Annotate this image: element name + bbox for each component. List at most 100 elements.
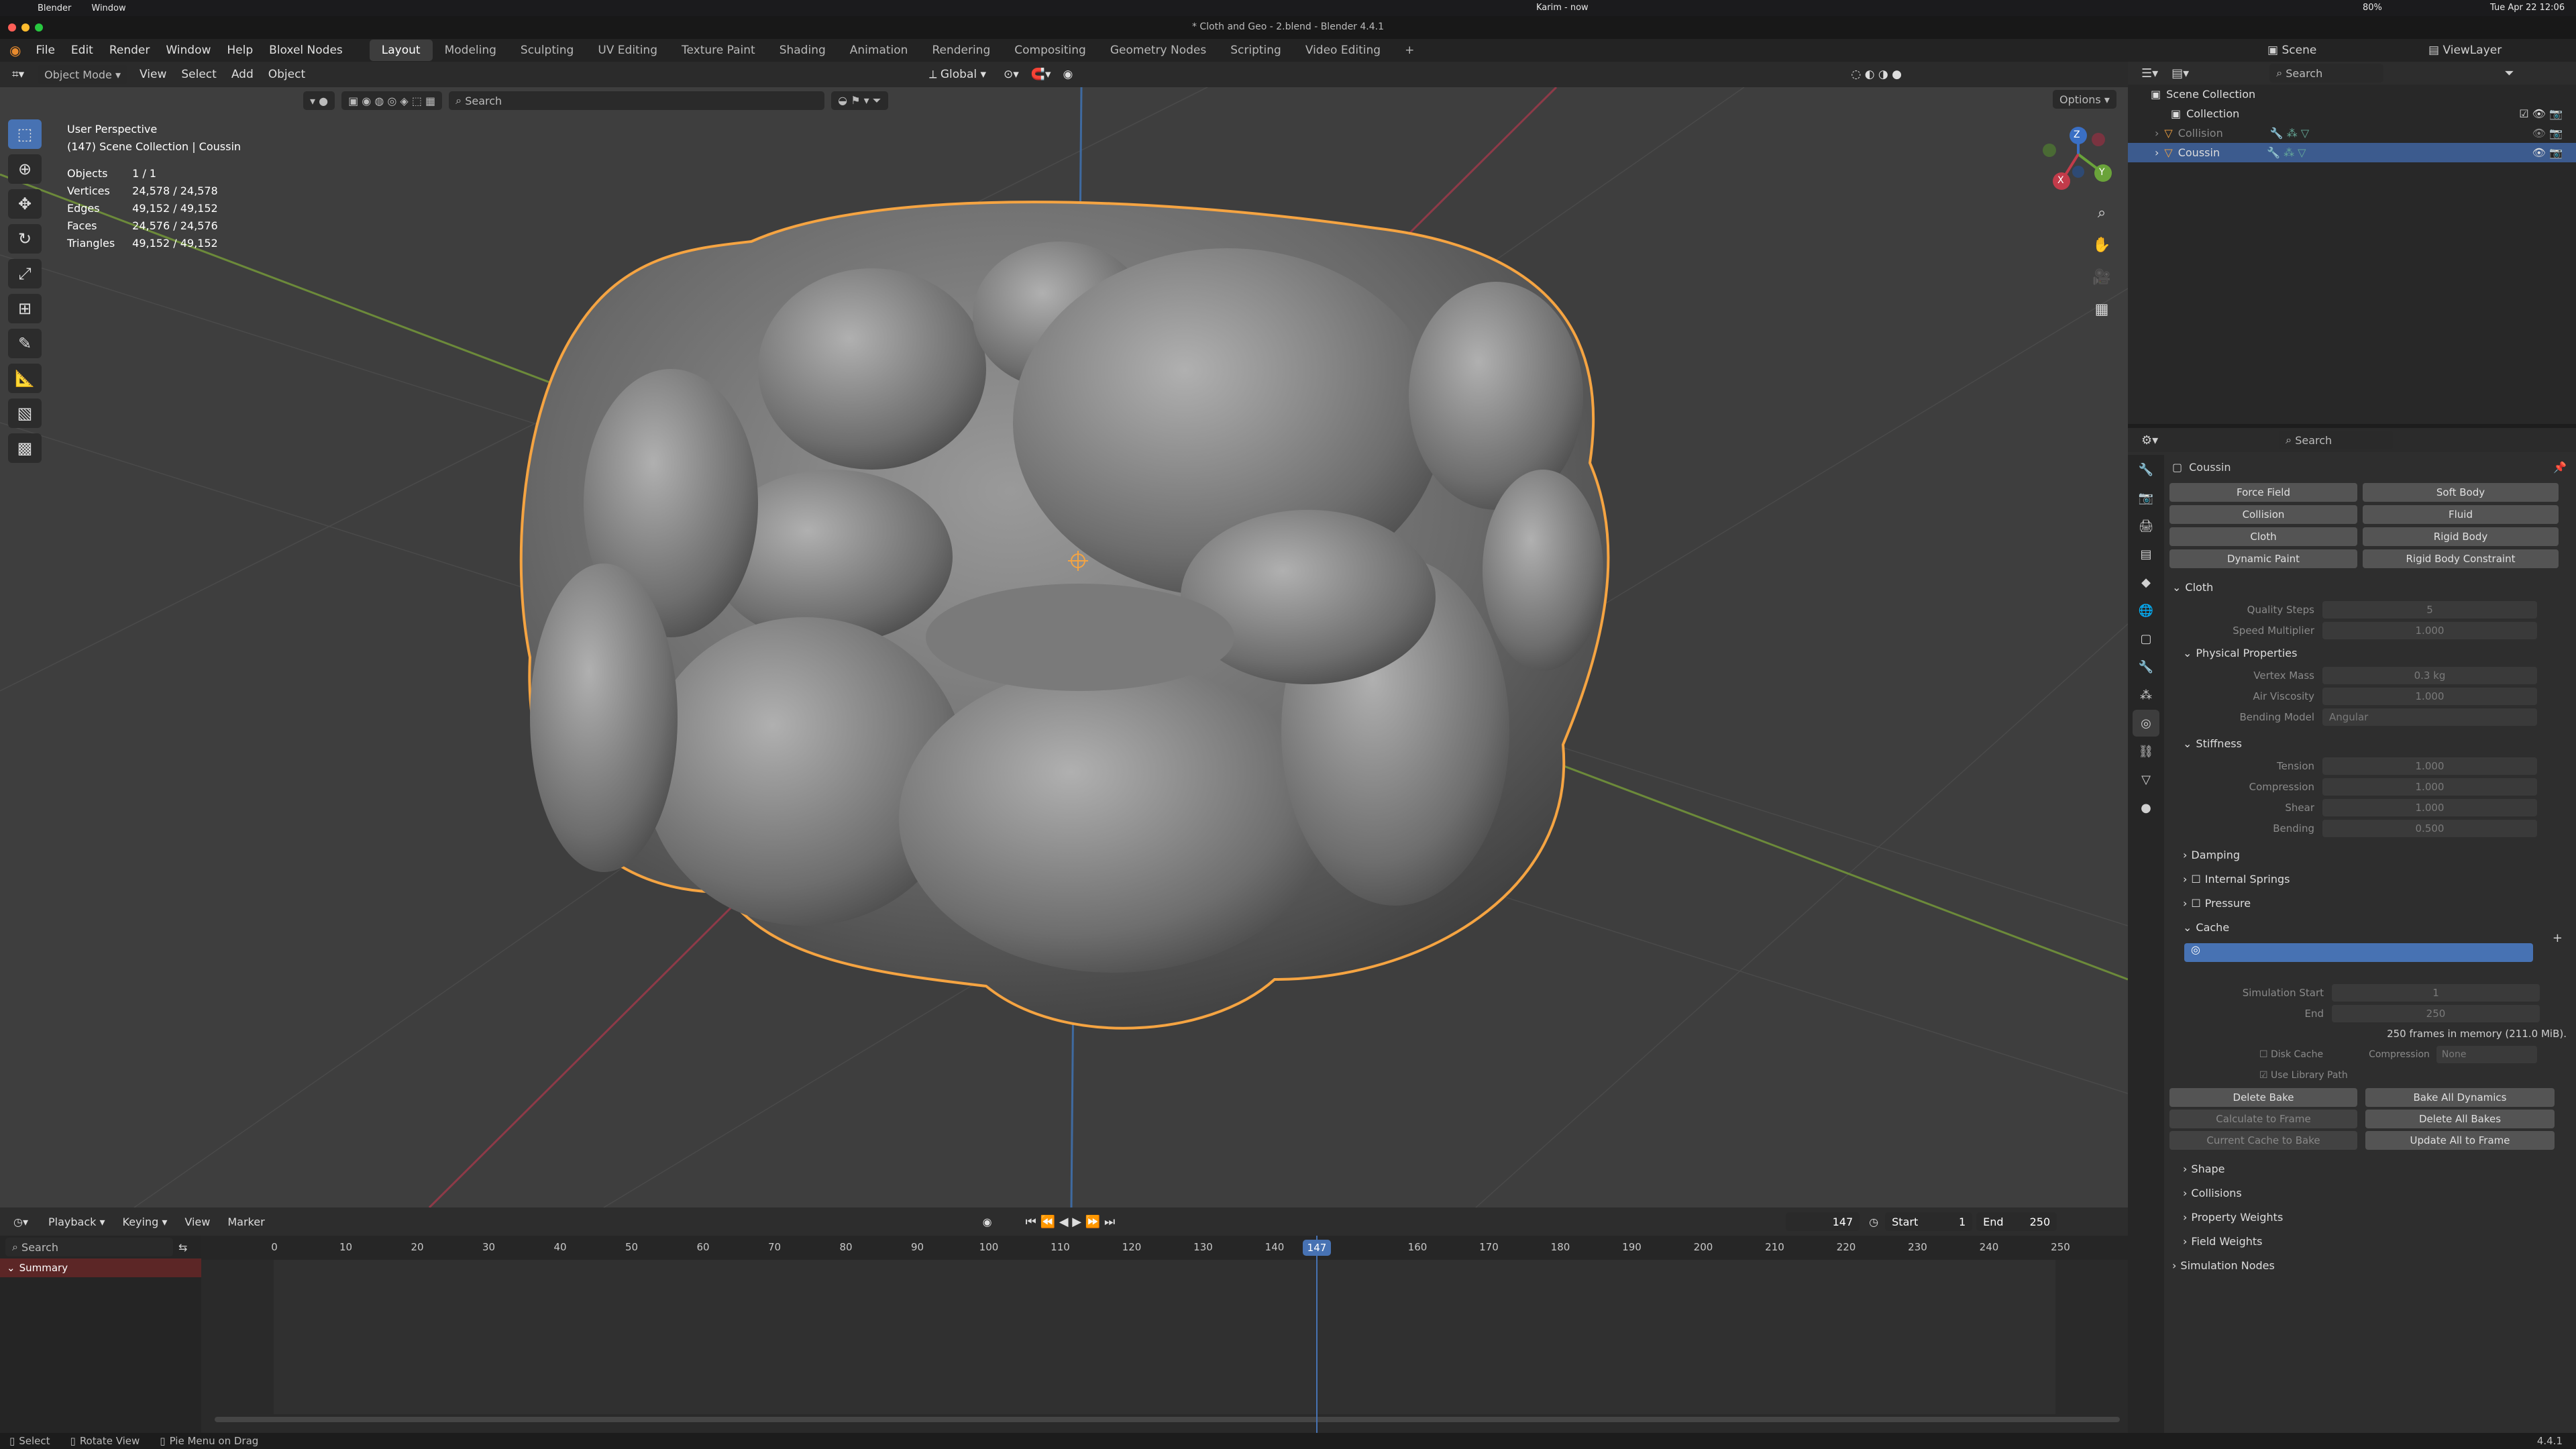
menu-file[interactable]: File (36, 44, 54, 57)
transform-tool-icon[interactable]: ⊞ (8, 294, 42, 323)
rigid-body-button[interactable]: Rigid Body (2363, 527, 2559, 546)
shape-header[interactable]: › Shape (2165, 1157, 2576, 1181)
constraints-tab-icon[interactable]: ⛓ (2133, 738, 2159, 765)
tab-video-editing[interactable]: Video Editing (1293, 40, 1393, 61)
pan-hand-icon[interactable]: ✋ (2086, 230, 2117, 260)
outliner-item-scene-collection[interactable]: ▣ Scene Collection (2128, 85, 2576, 104)
cache-list-item[interactable]: ◎ (2184, 943, 2533, 962)
object-tab-icon[interactable]: ▢ (2133, 625, 2159, 652)
disk-cache-checkbox[interactable]: ☐ Disk Cache (2259, 1049, 2323, 1060)
bake-all-dynamics-button[interactable]: Bake All Dynamics (2365, 1088, 2555, 1107)
field-value[interactable]: 5 (2322, 600, 2537, 619)
menu-window[interactable]: Window (166, 44, 211, 57)
outliner-item-collection[interactable]: ▣ Collection ☑ 👁 📷 (2128, 104, 2576, 123)
bending-field[interactable]: Bending 0.500 (2165, 818, 2576, 839)
vertex-mass-field[interactable]: Vertex Mass 0.3 kg (2165, 665, 2576, 686)
cache-header[interactable]: ⌄ Cache (2165, 915, 2576, 939)
checkbox-icon[interactable]: ☐ (2191, 897, 2200, 910)
field-value[interactable]: 1.000 (2322, 687, 2537, 705)
playhead-frame-badge[interactable]: 147 (1303, 1240, 1331, 1256)
current-frame-field[interactable]: 147 (1786, 1212, 1860, 1231)
viewport-shading-icons[interactable]: ◌ ◐ ◑ ● (1851, 68, 1902, 81)
tab-shading[interactable]: Shading (767, 40, 838, 61)
field-value[interactable]: 250 (2332, 1004, 2540, 1022)
window-menu[interactable]: Window (91, 3, 125, 13)
field-value[interactable]: 1.000 (2322, 621, 2537, 639)
pin-icon[interactable]: 📌 (2553, 461, 2567, 474)
mode-selector[interactable]: Object Mode ▾ (38, 65, 128, 84)
selectability-icon[interactable]: ▾ ● (303, 91, 335, 110)
render-tab-icon[interactable]: 📷 (2133, 484, 2159, 511)
scale-tool-icon[interactable]: ⤢ (8, 259, 42, 288)
field-value[interactable]: Angular (2322, 708, 2537, 726)
cloth-button[interactable]: Cloth (2169, 527, 2357, 546)
output-tab-icon[interactable]: 🖨 (2133, 513, 2159, 539)
playback-menu[interactable]: Playback ▾ (48, 1216, 105, 1228)
checkbox-icon[interactable]: ☐ (2191, 873, 2200, 885)
compression-field[interactable]: Compression 1.000 (2165, 776, 2576, 797)
add-object-tool-icon[interactable]: ▩ (8, 433, 42, 463)
measure-tool-icon[interactable]: 📐 (8, 364, 42, 393)
tab-animation[interactable]: Animation (838, 40, 920, 61)
add-cube-tool-icon[interactable]: ▧ (8, 398, 42, 428)
filter-icon[interactable]: ◒ ⚑ ▾ ⏷ (831, 91, 888, 110)
field-value[interactable]: 1 (2332, 983, 2540, 1002)
add-workspace-button[interactable]: + (1393, 40, 1426, 61)
end-field[interactable]: End 250 (2165, 1003, 2576, 1024)
playback-controls[interactable]: ⏮ ⏪ ◀ ▶ ⏩ ⏭ (1026, 1215, 1116, 1229)
field-value[interactable]: 0.500 (2322, 819, 2537, 837)
particles-tab-icon[interactable]: ⁂ (2133, 682, 2159, 708)
delete-all-bakes-button[interactable]: Delete All Bakes (2365, 1110, 2555, 1128)
blender-logo-icon[interactable]: ◉ (9, 42, 21, 58)
dynamic-paint-button[interactable]: Dynamic Paint (2169, 549, 2357, 568)
current-cache-to-bake-button[interactable]: Current Cache to Bake (2169, 1131, 2357, 1150)
properties-editor-icon[interactable]: ⚙▾ (2141, 433, 2158, 447)
bending-model-field[interactable]: Bending Model Angular (2165, 706, 2576, 727)
visibility-eye-icon[interactable]: 👁 📷 (2532, 146, 2563, 159)
physics-tab-icon[interactable]: ◎ (2133, 710, 2159, 737)
playhead-line[interactable] (1316, 1236, 1318, 1433)
tab-sculpting[interactable]: Sculpting (508, 40, 586, 61)
tab-scripting[interactable]: Scripting (1218, 40, 1293, 61)
tab-compositing[interactable]: Compositing (1002, 40, 1098, 61)
air-viscosity-field[interactable]: Air Viscosity 1.000 (2165, 686, 2576, 706)
field-value[interactable]: 1.000 (2322, 757, 2537, 775)
tension-field[interactable]: Tension 1.000 (2165, 755, 2576, 776)
end-frame-field[interactable]: End 250 (1976, 1212, 2057, 1231)
visibility-eye-icon[interactable]: 👁 📷 (2532, 127, 2563, 140)
channel-search-input[interactable]: ⌕ Search (5, 1238, 173, 1256)
view-layer-tab-icon[interactable]: ▤ (2133, 541, 2159, 568)
swap-icon[interactable]: ⇆ (178, 1241, 187, 1254)
properties-search-input[interactable]: ⌕ Search (2279, 431, 2394, 449)
proportional-edit-icon[interactable]: ◉ (1063, 68, 1073, 81)
viewport-menu-view[interactable]: View (140, 68, 166, 81)
dopesheet-area[interactable] (201, 1260, 2128, 1433)
world-tab-icon[interactable]: 🌐 (2133, 597, 2159, 624)
collisions-header[interactable]: › Collisions (2165, 1181, 2576, 1205)
outliner-search-input[interactable]: ⌕ Search (2269, 64, 2384, 83)
pressure-header[interactable]: › ☐ Pressure (2165, 891, 2576, 915)
summary-channel[interactable]: ⌄ Summary (0, 1258, 201, 1277)
viewport-menu-select[interactable]: Select (181, 68, 216, 81)
compression-select[interactable]: None (2436, 1045, 2537, 1063)
start-frame-field[interactable]: Start 1 (1885, 1212, 1973, 1231)
view-menu[interactable]: View (184, 1216, 210, 1228)
auto-keying-icon[interactable]: ◉ (983, 1216, 992, 1228)
options-button[interactable]: Options ▾ (2053, 90, 2116, 109)
use-library-path-row[interactable]: ☑ Use Library Path (2165, 1065, 2576, 1085)
expand-arrow-icon[interactable]: › (2155, 127, 2159, 140)
quality-steps-field[interactable]: Quality Steps 5 (2165, 599, 2576, 620)
field-value[interactable]: 0.3 kg (2322, 666, 2537, 684)
camera-view-icon[interactable]: 🎥 (2086, 262, 2117, 292)
outliner-editor-icon[interactable]: ☰▾ (2141, 66, 2158, 80)
keying-menu[interactable]: Keying ▾ (123, 1216, 168, 1228)
field-value[interactable]: 1.000 (2322, 798, 2537, 816)
menu-render[interactable]: Render (109, 44, 150, 57)
scene-tab-icon[interactable]: ◆ (2133, 569, 2159, 596)
delete-bake-button[interactable]: Delete Bake (2169, 1088, 2357, 1107)
field-value[interactable]: 1.000 (2322, 777, 2537, 796)
field-weights-header[interactable]: › Field Weights (2165, 1229, 2576, 1253)
viewport-menu-add[interactable]: Add (231, 68, 254, 81)
editor-type-icon[interactable]: ⌗▾ (12, 68, 24, 81)
property-weights-header[interactable]: › Property Weights (2165, 1205, 2576, 1229)
